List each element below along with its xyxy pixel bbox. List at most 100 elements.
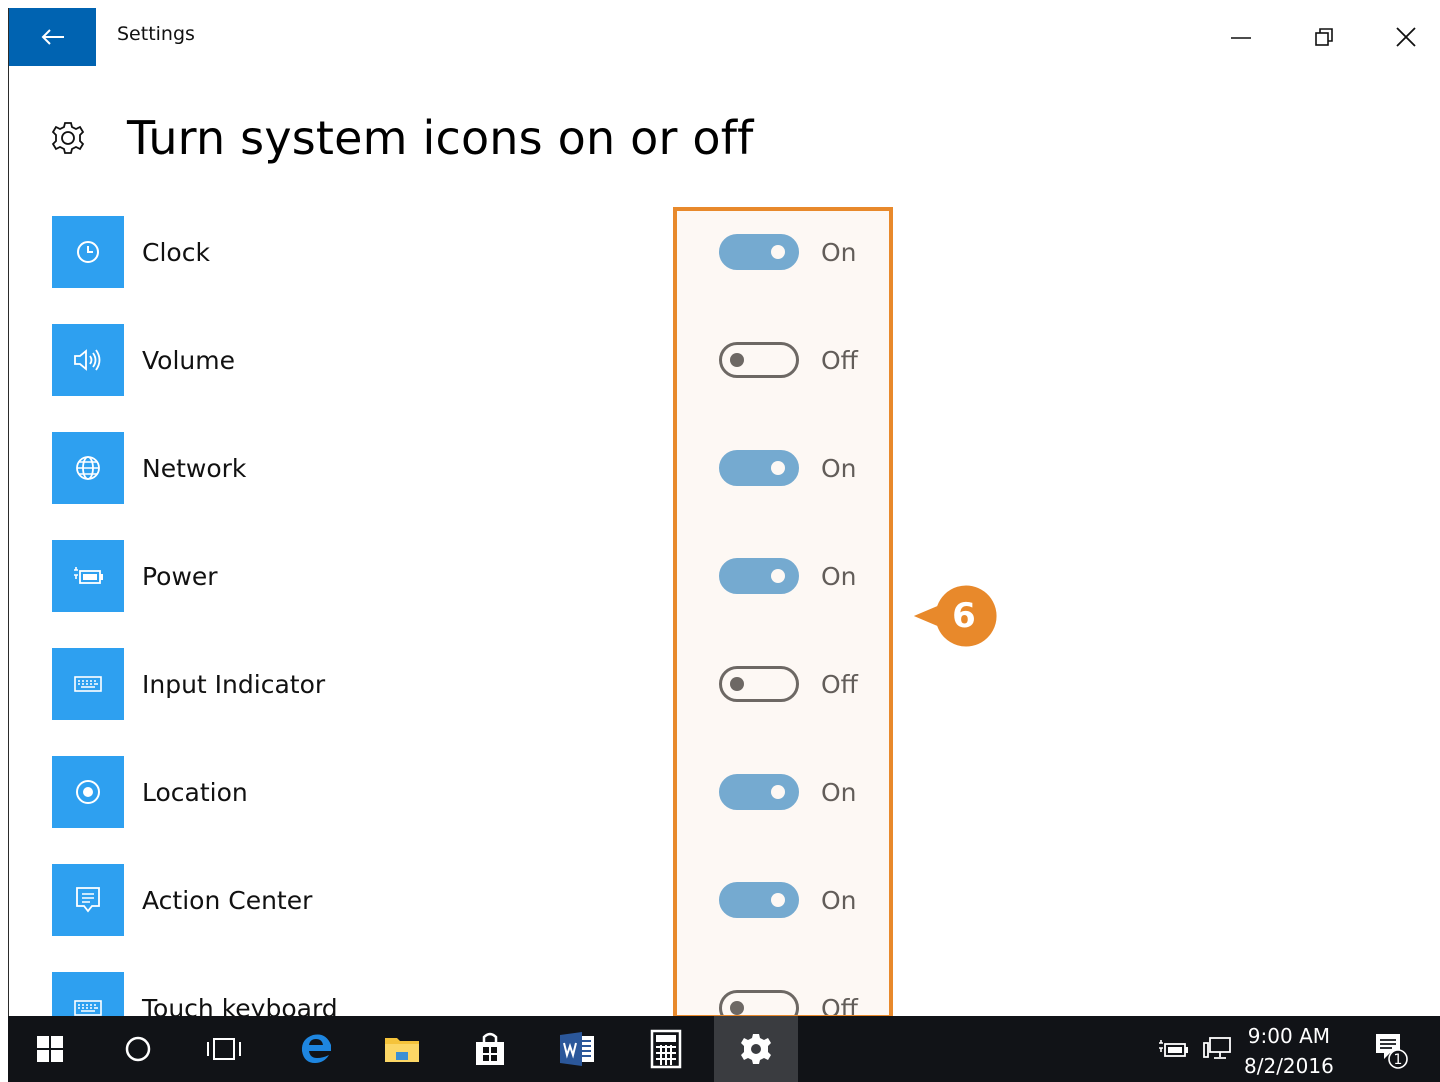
- network-toggle[interactable]: [719, 450, 799, 486]
- start-button[interactable]: [8, 1016, 92, 1082]
- list-item-power: Power On: [52, 540, 1052, 648]
- volume-toggle[interactable]: [719, 342, 799, 378]
- settings-taskbar-button[interactable]: [714, 1016, 798, 1082]
- toggle-state: On: [821, 778, 857, 807]
- keyboard-icon: [74, 676, 102, 692]
- file-explorer-button[interactable]: [360, 1016, 444, 1082]
- toggle-state: On: [821, 454, 857, 483]
- toggle-knob: [730, 1001, 744, 1015]
- location-tile: [52, 756, 124, 828]
- word-button[interactable]: [536, 1016, 620, 1082]
- cortana-circle-icon: [125, 1036, 151, 1062]
- calculator-icon: [650, 1029, 682, 1069]
- clock-date: 8/2/2016: [1244, 1054, 1334, 1078]
- toggle-knob: [771, 785, 785, 799]
- touch-keyboard-toggle[interactable]: [719, 990, 799, 1016]
- toggle-knob: [771, 893, 785, 907]
- folder-icon: [385, 1038, 419, 1062]
- system-icons-list: Clock On Volume Off Network On Power On …: [52, 216, 1052, 1016]
- page-title: Turn system icons on or off: [127, 111, 754, 165]
- list-item-input-indicator: Input Indicator Off: [52, 648, 1052, 756]
- network-tray-button[interactable]: [1192, 1016, 1242, 1082]
- volume-tile: [52, 324, 124, 396]
- toggle-state: On: [821, 238, 857, 267]
- gear-icon: [741, 1034, 771, 1064]
- row-label: Input Indicator: [142, 670, 326, 699]
- page-header: Turn system icons on or off: [49, 108, 754, 168]
- restore-button[interactable]: [1283, 8, 1365, 66]
- input-indicator-tile: [52, 648, 124, 720]
- word-app-icon: [560, 1032, 594, 1066]
- taskbar-clock[interactable]: 9:00 AM 8/2/2016: [1244, 1021, 1334, 1081]
- list-item-action-center: Action Center On: [52, 864, 1052, 972]
- title-bar: Settings: [9, 8, 1440, 66]
- row-label: Network: [142, 454, 247, 483]
- keyboard-icon: [74, 1000, 102, 1016]
- close-icon: [1396, 27, 1416, 47]
- action-center-toggle[interactable]: [719, 882, 799, 918]
- gear-icon: [51, 122, 85, 154]
- callout-number: 6: [952, 596, 976, 636]
- windows-logo-icon: [37, 1036, 63, 1062]
- notification-count: 1: [1394, 1052, 1403, 1068]
- settings-window: Settings Turn system icons on or off Clo…: [8, 8, 1440, 1016]
- store-bag-icon: [476, 1032, 504, 1065]
- restore-icon: [1315, 28, 1333, 46]
- input-indicator-toggle[interactable]: [719, 666, 799, 702]
- toggle-knob: [771, 245, 785, 259]
- clock-tile: [52, 216, 124, 288]
- globe-icon: [76, 456, 100, 480]
- minimize-button[interactable]: [1200, 8, 1282, 66]
- toggle-state: On: [821, 886, 857, 915]
- list-item-clock: Clock On: [52, 216, 1052, 324]
- row-label: Touch keyboard: [142, 994, 338, 1016]
- edge-browser-icon: [301, 1034, 331, 1063]
- network-monitor-icon: [1203, 1037, 1231, 1059]
- notification-icon: 1: [1376, 1034, 1408, 1069]
- store-button[interactable]: [448, 1016, 532, 1082]
- power-toggle[interactable]: [719, 558, 799, 594]
- back-button[interactable]: [9, 8, 96, 66]
- location-toggle[interactable]: [719, 774, 799, 810]
- row-label: Volume: [142, 346, 235, 375]
- touch-keyboard-tile: [52, 972, 124, 1016]
- search-button[interactable]: [96, 1016, 180, 1082]
- row-label: Power: [142, 562, 218, 591]
- battery-icon: [74, 567, 103, 584]
- toggle-state: Off: [821, 670, 858, 699]
- toggle-knob: [730, 353, 744, 367]
- toggle-state: Off: [821, 994, 858, 1016]
- edge-button[interactable]: [274, 1016, 358, 1082]
- task-view-icon: [207, 1038, 241, 1060]
- close-button[interactable]: [1365, 8, 1440, 66]
- row-label: Location: [142, 778, 248, 807]
- clock-icon: [77, 241, 99, 263]
- list-item-location: Location On: [52, 756, 1052, 864]
- power-tile: [52, 540, 124, 612]
- toggle-knob: [730, 677, 744, 691]
- task-view-button[interactable]: [182, 1016, 266, 1082]
- action-center-icon: [76, 887, 100, 913]
- volume-icon: [74, 349, 101, 371]
- list-item-touch-keyboard: Touch keyboard Off: [52, 972, 1052, 1016]
- calculator-button[interactable]: [624, 1016, 708, 1082]
- power-tray-button[interactable]: [1148, 1016, 1198, 1082]
- window-title: Settings: [117, 23, 195, 45]
- list-item-network: Network On: [52, 432, 1052, 540]
- location-icon: [76, 780, 100, 804]
- clock-toggle[interactable]: [719, 234, 799, 270]
- battery-plug-icon: [1159, 1040, 1188, 1057]
- row-label: Action Center: [142, 886, 313, 915]
- taskbar: 9:00 AM 8/2/2016 1: [8, 1016, 1440, 1082]
- toggle-state: On: [821, 562, 857, 591]
- list-item-volume: Volume Off: [52, 324, 1052, 432]
- toggle-knob: [771, 461, 785, 475]
- clock-time: 9:00 AM: [1247, 1024, 1331, 1048]
- arrow-left-icon: [41, 29, 64, 45]
- action-center-tile: [52, 864, 124, 936]
- minimize-icon: [1231, 37, 1251, 39]
- network-tile: [52, 432, 124, 504]
- row-label: Clock: [142, 238, 210, 267]
- toggle-knob: [771, 569, 785, 583]
- action-center-tray-button[interactable]: 1: [1354, 1016, 1426, 1082]
